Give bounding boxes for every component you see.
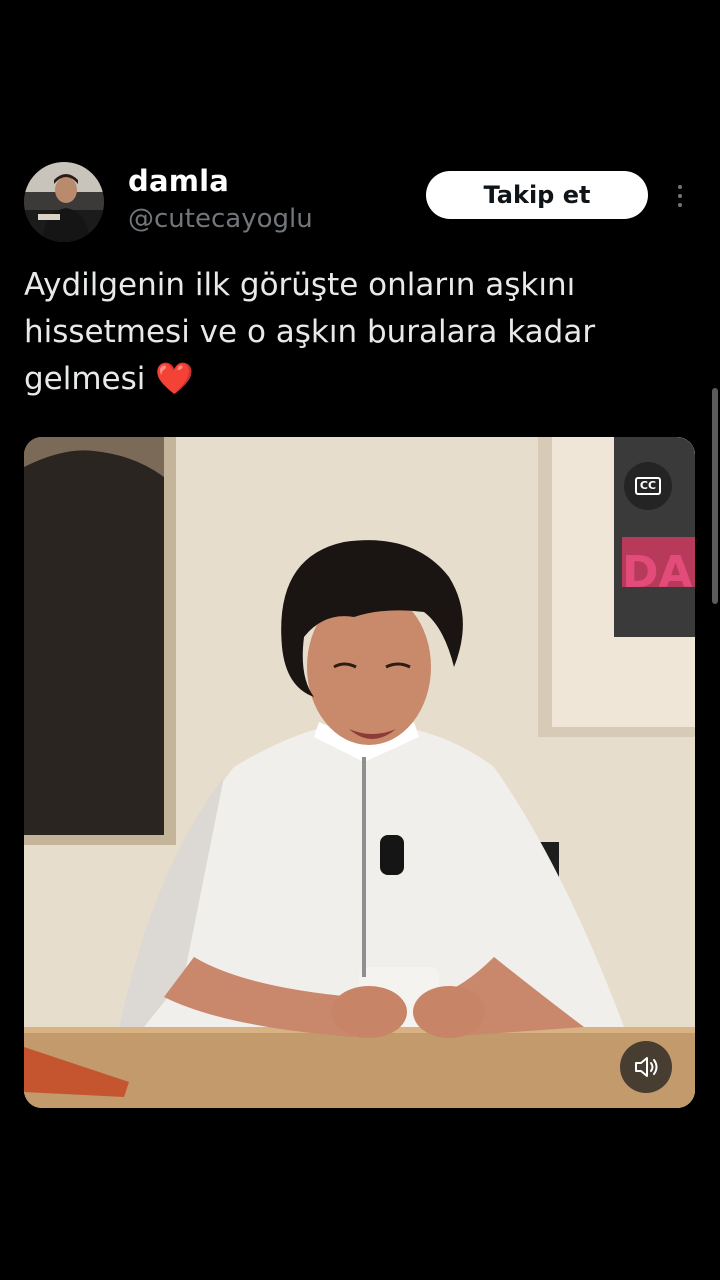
tweet-text: Aydilgenin ilk görüşte onların aşkını hi… [24,267,596,397]
user-handle[interactable]: @cutecayoglu [128,204,313,234]
video-frame: DA [24,437,695,1108]
tweet-screen: damla @cutecayoglu Takip et Aydilgenin i… [0,0,720,1280]
avatar-image [24,162,104,242]
captions-label: CC [634,477,662,495]
scrollbar[interactable] [712,388,718,604]
display-name[interactable]: damla [128,164,229,198]
video-player[interactable]: DA CC [24,437,695,1108]
sound-toggle-button[interactable] [620,1041,672,1093]
more-vertical-icon[interactable] [666,178,694,214]
tweet-text-block: Aydilgenin ilk görüşte onların aşkını hi… [24,262,674,403]
heart-emoji: ❤️ [155,361,194,397]
captions-button[interactable]: CC [624,462,672,510]
avatar[interactable] [24,162,104,242]
poster-text: DA [622,547,693,598]
follow-button[interactable]: Takip et [426,171,648,219]
speaker-icon [635,1057,658,1077]
